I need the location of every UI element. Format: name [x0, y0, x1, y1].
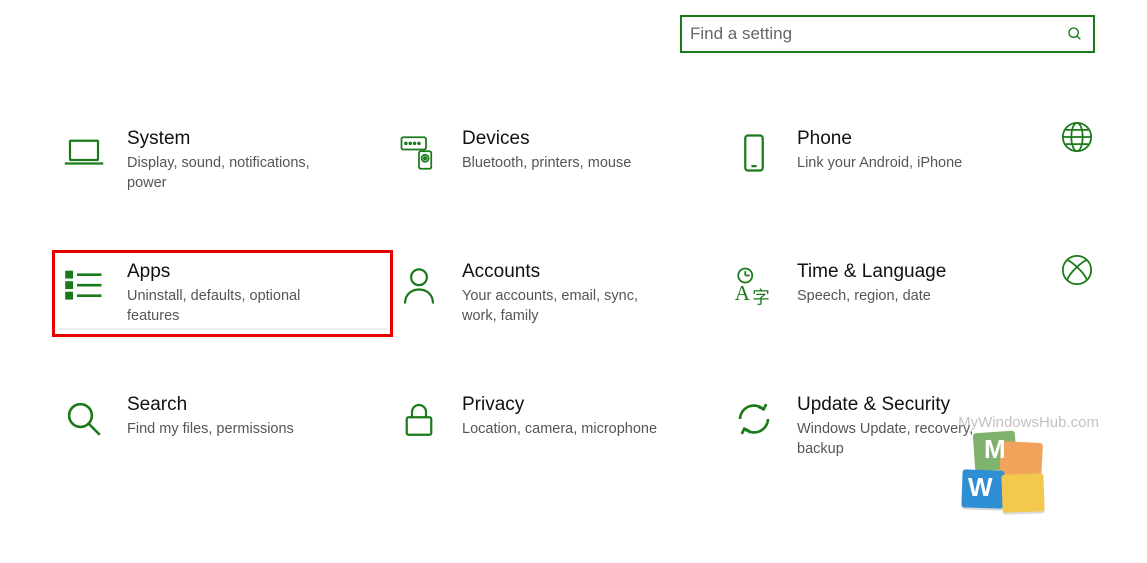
apps-list-icon: [63, 265, 105, 307]
xbox-icon[interactable]: [1060, 253, 1094, 287]
tile-title: Accounts: [462, 261, 672, 283]
tile-devices[interactable]: Devices Bluetooth, printers, mouse: [390, 120, 725, 201]
tile-desc: Bluetooth, printers, mouse: [462, 154, 631, 174]
tile-desc: Location, camera, microphone: [462, 420, 657, 440]
lock-icon: [398, 398, 440, 440]
tile-desc: Windows Update, recovery, backup: [797, 420, 1007, 459]
tile-privacy[interactable]: Privacy Location, camera, microphone: [390, 386, 725, 467]
network-icon[interactable]: [1060, 120, 1094, 154]
magnifier-icon: [63, 398, 105, 440]
sync-icon: [733, 398, 775, 440]
tile-title: Privacy: [462, 394, 657, 416]
tile-apps[interactable]: Apps Uninstall, defaults, optional featu…: [52, 250, 393, 337]
tile-desc: Your accounts, email, sync, work, family: [462, 287, 672, 326]
tile-desc: Uninstall, defaults, optional features: [127, 287, 337, 326]
time-language-icon: A 字: [733, 265, 775, 307]
laptop-icon: [63, 132, 105, 174]
tile-search[interactable]: Search Find my files, permissions: [55, 386, 390, 467]
tile-title: System: [127, 128, 337, 150]
tile-phone[interactable]: Phone Link your Android, iPhone: [725, 120, 1060, 201]
tile-desc: Link your Android, iPhone: [797, 154, 962, 174]
tile-title: Update & Security: [797, 394, 1007, 416]
svg-text:A: A: [735, 281, 751, 305]
search-input[interactable]: [690, 24, 1067, 44]
phone-icon: [733, 132, 775, 174]
tile-title: Devices: [462, 128, 631, 150]
tile-time-language[interactable]: A 字 Time & Language Speech, region, date: [725, 253, 1060, 334]
search-box[interactable]: [680, 15, 1095, 53]
settings-grid: System Display, sound, notifications, po…: [55, 120, 1125, 467]
tile-desc: Speech, region, date: [797, 287, 946, 307]
search-icon: [1067, 26, 1083, 42]
tile-system[interactable]: System Display, sound, notifications, po…: [55, 120, 390, 201]
tile-title: Time & Language: [797, 261, 946, 283]
person-icon: [398, 265, 440, 307]
devices-icon: [398, 132, 440, 174]
tile-title: Search: [127, 394, 294, 416]
tile-title: Apps: [127, 261, 337, 283]
tile-desc: Display, sound, notifications, power: [127, 154, 337, 193]
tile-update-security[interactable]: Update & Security Windows Update, recove…: [725, 386, 1060, 467]
tile-desc: Find my files, permissions: [127, 420, 294, 440]
tile-accounts[interactable]: Accounts Your accounts, email, sync, wor…: [390, 253, 725, 334]
svg-text:字: 字: [752, 288, 770, 308]
tile-title: Phone: [797, 128, 962, 150]
